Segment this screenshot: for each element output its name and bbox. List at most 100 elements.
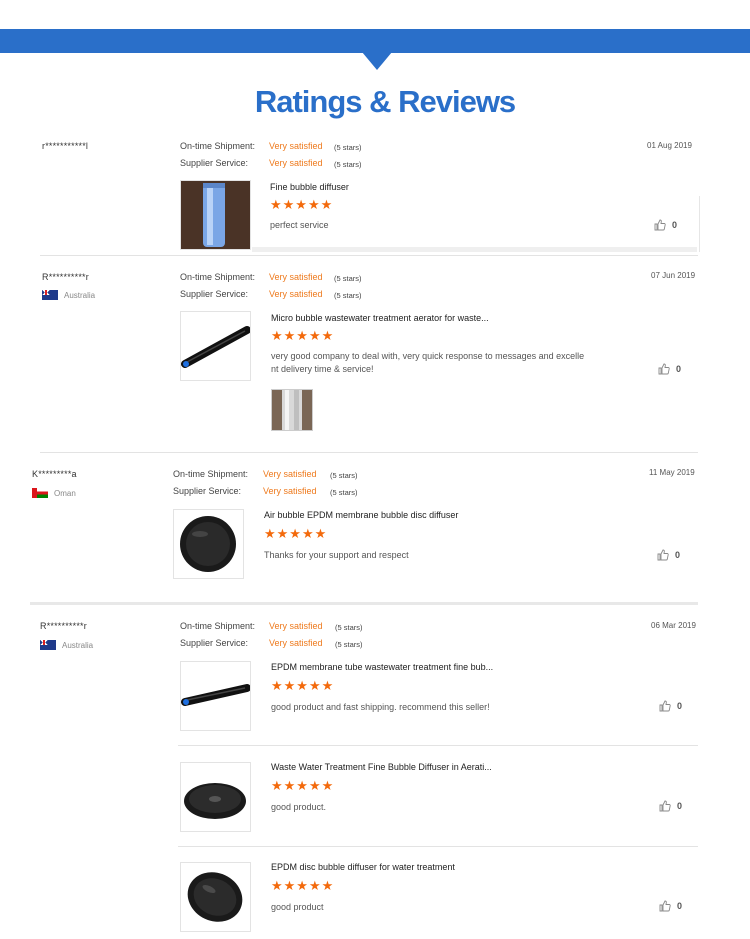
like-button[interactable]: 0 xyxy=(657,549,680,561)
on-time-stars: (5 stars) xyxy=(334,143,362,152)
like-count: 0 xyxy=(676,364,682,374)
blue-tube-diffuser-icon xyxy=(181,181,250,249)
on-time-label: On-time Shipment: xyxy=(180,621,256,631)
rating-stars: ★★★★★ xyxy=(271,328,335,343)
review-divider xyxy=(40,452,698,453)
rating-stars: ★★★★★ xyxy=(264,526,328,541)
supplier-stars: (5 stars) xyxy=(330,488,358,497)
black-tube-diffuser-icon xyxy=(181,684,251,706)
reviewer-name: R**********r xyxy=(42,272,89,282)
review-comment: perfect service xyxy=(270,220,329,230)
like-button[interactable]: 0 xyxy=(654,219,677,231)
thumbs-up-icon xyxy=(657,549,669,561)
country-name: Oman xyxy=(54,488,76,498)
like-count: 0 xyxy=(675,550,681,560)
rating-stars: ★★★★★ xyxy=(271,778,335,793)
on-time-label: On-time Shipment: xyxy=(180,272,256,282)
review-date: 06 Mar 2019 xyxy=(651,621,696,630)
review-date: 11 May 2019 xyxy=(649,468,695,477)
product-thumbnail[interactable] xyxy=(180,862,251,932)
like-count: 0 xyxy=(677,801,683,811)
country-name: Australia xyxy=(64,290,96,300)
on-time-stars: (5 stars) xyxy=(330,471,358,480)
product-title[interactable]: Micro bubble wastewater treatment aerato… xyxy=(271,313,489,323)
thumbs-up-icon xyxy=(658,363,670,375)
reviewer-name: R**********r xyxy=(40,621,87,631)
review-comment: good product xyxy=(271,902,324,912)
supplier-value: Very satisfied xyxy=(269,158,323,168)
supplier-value: Very satisfied xyxy=(269,289,323,299)
like-count: 0 xyxy=(677,901,683,911)
reviewer-country: Australia xyxy=(40,640,93,650)
supplier-value: Very satisfied xyxy=(263,486,317,496)
thumbs-up-icon xyxy=(654,219,666,231)
review-comment-line: nt delivery time & service! xyxy=(271,364,374,374)
on-time-stars: (5 stars) xyxy=(335,623,363,632)
rating-stars: ★★★★★ xyxy=(271,878,335,893)
like-count: 0 xyxy=(672,220,678,230)
thumbs-up-icon xyxy=(659,700,671,712)
disc-diffuser-icon xyxy=(180,516,236,572)
review-comment: good product and fast shipping. recommen… xyxy=(271,702,490,712)
country-name: Australia xyxy=(62,640,94,650)
reviewer-country: Oman xyxy=(32,488,76,498)
like-button[interactable]: 0 xyxy=(659,900,682,912)
on-time-label: On-time Shipment: xyxy=(180,141,256,151)
product-title[interactable]: EPDM disc bubble diffuser for water trea… xyxy=(271,862,455,872)
like-button[interactable]: 0 xyxy=(659,800,682,812)
australia-flag-icon xyxy=(42,290,58,300)
disc-diffuser-icon xyxy=(187,872,243,922)
on-time-label: On-time Shipment: xyxy=(173,469,249,479)
review-comment: very good company to deal with, very qui… xyxy=(271,350,631,376)
rating-stars: ★★★★★ xyxy=(271,678,335,693)
supplier-stars: (5 stars) xyxy=(334,160,362,169)
product-thumbnail[interactable] xyxy=(180,661,251,731)
supplier-label: Supplier Service: xyxy=(180,289,249,299)
review-date: 07 Jun 2019 xyxy=(651,271,696,280)
product-thumbnail[interactable] xyxy=(173,509,244,579)
australia-flag-icon xyxy=(40,640,56,650)
review-photo-icon xyxy=(272,390,312,430)
product-divider xyxy=(178,846,698,847)
like-button[interactable]: 0 xyxy=(658,363,681,375)
on-time-value: Very satisfied xyxy=(263,469,317,479)
supplier-label: Supplier Service: xyxy=(180,158,249,168)
review-divider xyxy=(30,602,698,605)
card-edge xyxy=(699,196,700,252)
review-comment: good product. xyxy=(271,802,327,812)
supplier-label: Supplier Service: xyxy=(173,486,242,496)
page-title: Ratings & Reviews xyxy=(254,84,516,119)
like-button[interactable]: 0 xyxy=(659,700,682,712)
product-title[interactable]: Air bubble EPDM membrane bubble disc dif… xyxy=(264,510,458,520)
oman-flag-icon xyxy=(32,488,48,498)
supplier-value: Very satisfied xyxy=(269,638,323,648)
review-photo[interactable] xyxy=(271,389,313,431)
reviewer-name: K*********a xyxy=(32,469,77,479)
header-band xyxy=(0,29,750,53)
thumbs-up-icon xyxy=(659,900,671,912)
header-notch xyxy=(362,52,392,70)
on-time-value: Very satisfied xyxy=(269,621,323,631)
like-count: 0 xyxy=(677,701,683,711)
product-title[interactable]: EPDM membrane tube wastewater treatment … xyxy=(271,662,493,672)
supplier-label: Supplier Service: xyxy=(180,638,249,648)
black-tube-aerator-icon xyxy=(181,326,251,368)
review-comment: Thanks for your support and respect xyxy=(264,550,409,560)
on-time-value: Very satisfied xyxy=(269,272,323,282)
on-time-value: Very satisfied xyxy=(269,141,323,151)
rating-stars: ★★★★★ xyxy=(270,197,334,212)
review-date: 01 Aug 2019 xyxy=(647,141,692,150)
review-divider xyxy=(40,255,698,256)
on-time-stars: (5 stars) xyxy=(334,274,362,283)
product-thumbnail[interactable] xyxy=(180,180,251,250)
product-thumbnail[interactable] xyxy=(180,311,251,381)
review-comment-line: very good company to deal with, very qui… xyxy=(271,351,585,361)
supplier-stars: (5 stars) xyxy=(334,291,362,300)
disc-diffuser-icon xyxy=(184,783,246,819)
product-divider xyxy=(178,745,698,746)
thumbs-up-icon xyxy=(659,800,671,812)
product-title[interactable]: Waste Water Treatment Fine Bubble Diffus… xyxy=(271,762,492,772)
product-title[interactable]: Fine bubble diffuser xyxy=(270,182,349,192)
product-thumbnail[interactable] xyxy=(180,762,251,832)
supplier-stars: (5 stars) xyxy=(335,640,363,649)
